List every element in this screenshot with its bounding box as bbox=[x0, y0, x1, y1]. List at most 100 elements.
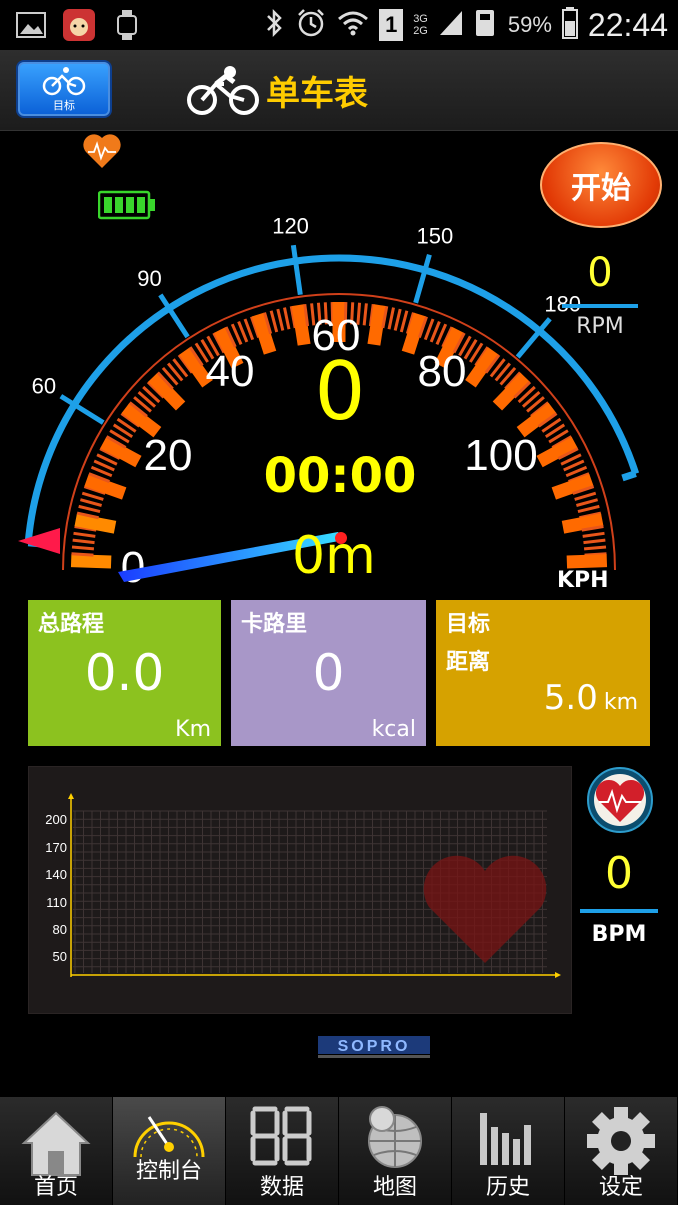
nav-home-label: 首页 bbox=[33, 1175, 78, 1200]
cadence-tick-label: 90 bbox=[137, 266, 161, 291]
digits-icon bbox=[250, 1106, 312, 1166]
speed-tick bbox=[74, 513, 117, 534]
speed-tick bbox=[362, 303, 368, 326]
nav-data[interactable]: 数据 bbox=[226, 1097, 339, 1205]
speed-tick bbox=[367, 304, 387, 346]
network-type-bottom: 2G bbox=[413, 25, 428, 37]
gear-tooth bbox=[587, 1134, 601, 1148]
speed-tick bbox=[582, 531, 605, 538]
speed-tick bbox=[283, 307, 291, 330]
network-type-top: 3G bbox=[413, 13, 428, 25]
rpm-value: 0 bbox=[587, 250, 613, 296]
start-button[interactable]: 开始 bbox=[540, 142, 662, 228]
speed-tick bbox=[399, 310, 409, 333]
speed-value: 0 bbox=[314, 345, 366, 438]
heart-rate-plot: 200 170 140 110 80 50 bbox=[45, 793, 561, 978]
watch-icon bbox=[110, 8, 144, 42]
speed-tick bbox=[577, 504, 600, 514]
nav-history[interactable]: 历史 bbox=[452, 1097, 565, 1205]
gear-tooth bbox=[641, 1134, 655, 1148]
chart-y-arrow bbox=[68, 793, 74, 799]
cadence-tick-label: 60 bbox=[32, 374, 56, 399]
chart-y-tick-label: 170 bbox=[45, 840, 67, 855]
target-button-label: 目标 bbox=[53, 99, 75, 112]
total-distance-unit: Km bbox=[175, 717, 211, 742]
pointer-arrow-icon bbox=[18, 528, 60, 554]
cyclist-icon bbox=[42, 67, 86, 96]
bluetooth-icon bbox=[263, 8, 285, 42]
battery-icon bbox=[561, 7, 578, 43]
bars-icon bbox=[480, 1113, 531, 1165]
sopro-logo: SOPRO bbox=[318, 1036, 430, 1058]
target-value: 5.0 bbox=[543, 678, 598, 718]
trip-distance: 0m bbox=[292, 526, 376, 586]
gallery-icon bbox=[14, 8, 48, 42]
nav-dashboard[interactable]: 控制台 bbox=[113, 1097, 226, 1205]
signal-icon bbox=[438, 9, 464, 41]
data-icon bbox=[474, 8, 498, 42]
app-title: 单车表 bbox=[266, 73, 368, 114]
nav-dashboard-label: 控制台 bbox=[135, 1159, 202, 1184]
speed-tick bbox=[276, 308, 285, 331]
speed-tick bbox=[583, 545, 607, 551]
nav-map[interactable]: 地图 bbox=[339, 1097, 452, 1205]
status-bar: 1 3G 2G 59% 22:44 bbox=[0, 0, 678, 50]
rpm-divider bbox=[562, 304, 638, 308]
cadence-tick bbox=[290, 244, 303, 296]
chart-x-arrow bbox=[555, 972, 561, 978]
speed-tick bbox=[78, 504, 101, 514]
heart-rate-icon bbox=[83, 134, 121, 168]
cadence-tick bbox=[413, 254, 432, 304]
bottom-nav: 首页 控制台 数据 地图 历史 设定 bbox=[0, 1097, 678, 1205]
speed-tick bbox=[71, 552, 94, 557]
calories-tile[interactable]: 卡路里 0 kcal bbox=[231, 600, 426, 746]
speed-tick bbox=[566, 554, 608, 569]
speed-tick-label: 40 bbox=[206, 347, 255, 396]
calories-unit: kcal bbox=[371, 717, 416, 742]
calories-title: 卡路里 bbox=[241, 612, 308, 637]
total-distance-tile[interactable]: 总路程 0.0 Km bbox=[28, 600, 221, 746]
globe-icon bbox=[368, 1106, 422, 1168]
gear-icon bbox=[587, 1107, 655, 1175]
clock: 22:44 bbox=[587, 6, 668, 43]
speed-tick-label: 100 bbox=[464, 431, 537, 480]
bicycle-icon bbox=[187, 66, 259, 115]
speed-tick bbox=[71, 545, 95, 551]
nav-home[interactable]: 首页 bbox=[0, 1097, 113, 1205]
battery-level-icon bbox=[98, 190, 155, 220]
speed-tick bbox=[73, 531, 96, 538]
app-notification-icon bbox=[62, 8, 96, 42]
total-distance-title: 总路程 bbox=[38, 612, 105, 637]
cadence-tick-label: 120 bbox=[272, 213, 309, 238]
nav-settings[interactable]: 设定 bbox=[565, 1097, 678, 1205]
cadence-tick-label: 150 bbox=[417, 223, 454, 248]
cadence-arc-end bbox=[621, 470, 637, 482]
heart-monitor-icon bbox=[587, 767, 653, 833]
chart-y-tick-label: 200 bbox=[45, 812, 67, 827]
target-button[interactable]: 目标 bbox=[16, 60, 112, 118]
speed-tick bbox=[561, 513, 604, 534]
heart-rate-chart: 200 170 140 110 80 50 bbox=[28, 766, 572, 1014]
nav-settings-label: 设定 bbox=[598, 1175, 643, 1200]
speed-tick bbox=[393, 308, 402, 331]
background-heart-icon bbox=[423, 855, 547, 963]
target-distance-tile[interactable]: 目标 距离 5.0 km bbox=[436, 600, 650, 746]
speed-tick-label: 20 bbox=[144, 431, 193, 480]
target-title: 目标 bbox=[446, 612, 491, 637]
speed-tick bbox=[574, 491, 597, 501]
alarm-icon bbox=[295, 7, 327, 43]
speed-tick bbox=[72, 538, 95, 545]
speed-tick bbox=[70, 554, 112, 569]
chart-y-tick-label: 110 bbox=[46, 895, 67, 910]
chart-y-tick-label: 80 bbox=[53, 922, 67, 937]
battery-percent: 59% bbox=[507, 12, 552, 37]
chart-y-tick-label: 50 bbox=[53, 949, 67, 964]
gear-tooth bbox=[614, 1107, 628, 1121]
bpm-value: 0 bbox=[605, 848, 633, 899]
speed-tick bbox=[269, 310, 279, 333]
speed-tick-label: 80 bbox=[418, 347, 467, 396]
calories-value: 0 bbox=[312, 644, 345, 702]
nav-data-label: 数据 bbox=[259, 1175, 304, 1200]
speed-tick bbox=[387, 307, 395, 330]
sim-slot-badge: 1 bbox=[379, 9, 404, 41]
